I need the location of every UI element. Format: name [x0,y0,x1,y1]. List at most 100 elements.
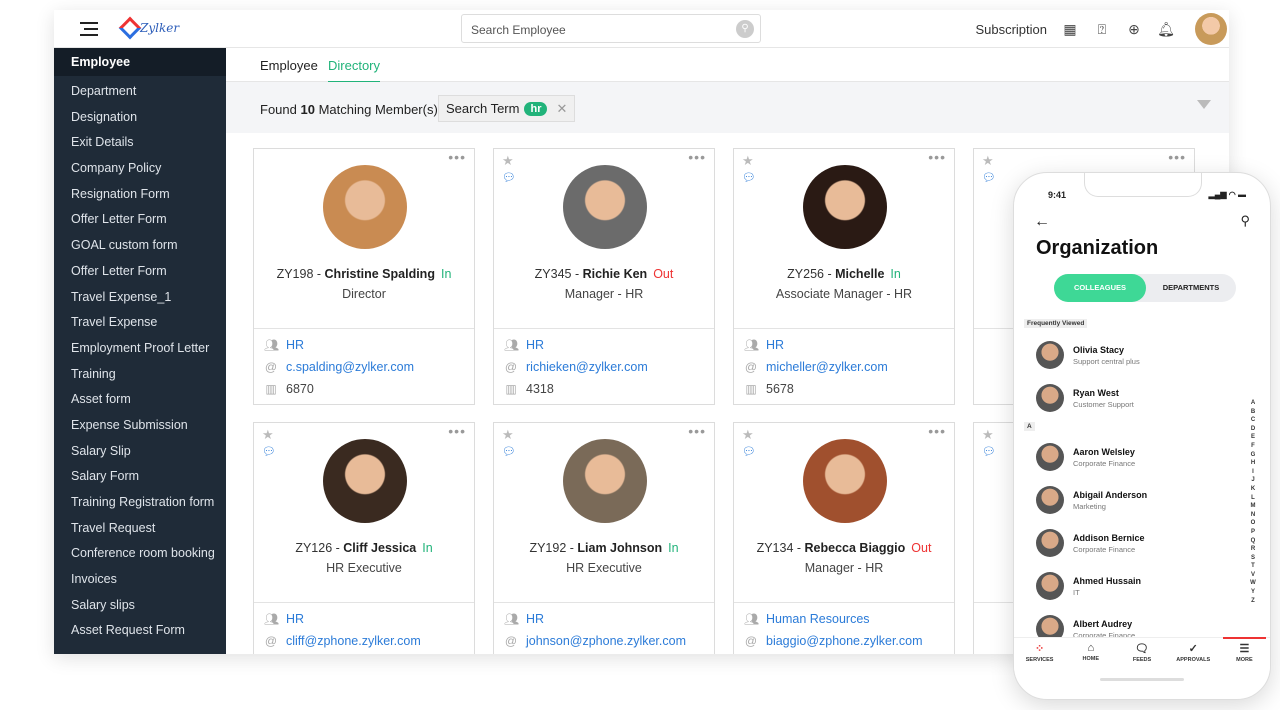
search-icon[interactable]: ⚲ [736,20,754,38]
email-link[interactable]: cliff@zphone.zylker.com [286,634,421,648]
star-icon[interactable]: ★ [982,153,994,169]
contact-item[interactable]: Addison Bernice Corporate Finance [1036,529,1145,557]
alphabet-letter[interactable]: S [1249,554,1257,563]
help-icon[interactable]: ⍰ [1093,20,1111,38]
star-icon[interactable]: ★ [742,427,754,443]
bell-icon[interactable]: 🔔︎ [1157,20,1175,38]
contact-item[interactable]: Aaron Welsley Corporate Finance [1036,443,1135,471]
sidebar-item[interactable]: Conference room booking [54,541,226,567]
sidebar-item[interactable]: Travel Expense_1 [54,285,226,311]
alphabet-letter[interactable]: H [1249,459,1257,468]
email-link[interactable]: richieken@zylker.com [526,360,648,374]
alphabet-letter[interactable]: P [1249,528,1257,537]
sidebar-item[interactable]: Invoices [54,567,226,593]
employee-name[interactable]: ZY134 - Rebecca Biaggio Out [734,541,954,555]
sidebar-item[interactable]: Salary Form [54,464,226,490]
chat-icon[interactable]: 💬︎ [742,171,756,184]
email-link[interactable]: johnson@zphone.zylker.com [526,634,686,648]
email-link[interactable]: biaggio@zphone.zylker.com [766,634,923,648]
more-options-icon[interactable]: ••• [688,149,706,165]
alphabet-letter[interactable]: C [1249,416,1257,425]
nav-more[interactable]: ☰ MORE [1219,637,1270,671]
tab-employee[interactable]: Employee [260,58,318,81]
more-options-icon[interactable]: ••• [1168,149,1186,165]
user-avatar[interactable] [1195,13,1227,45]
star-icon[interactable]: ★ [502,427,514,443]
more-options-icon[interactable]: ••• [928,149,946,165]
alphabet-index[interactable]: ABCDEFGHIJKLMNOPQRSTVWYZ [1249,399,1257,605]
department-link[interactable]: HR [766,338,784,352]
chat-icon[interactable]: 💬︎ [982,171,996,184]
star-icon[interactable]: ★ [982,427,994,443]
sidebar-item[interactable]: Offer Letter Form [54,259,226,285]
sidebar-item[interactable]: Travel Request [54,516,226,542]
department-link[interactable]: HR [286,338,304,352]
alphabet-letter[interactable]: W [1249,579,1257,588]
employee-card[interactable]: ••• ★ 💬︎ ZY126 - Cliff Jessica In HR Execut… [253,422,475,654]
sidebar-item[interactable]: GOAL custom form [54,233,226,259]
department-link[interactable]: HR [526,612,544,626]
alphabet-letter[interactable]: E [1249,433,1257,442]
sidebar-item[interactable]: Asset form [54,387,226,413]
employee-card[interactable]: ••• ZY198 - Christine Spalding In Directo… [253,148,475,405]
chat-icon[interactable]: 💬︎ [742,445,756,458]
alphabet-letter[interactable]: R [1249,545,1257,554]
sidebar-item[interactable]: Company Policy [54,156,226,182]
add-icon[interactable]: ⊕ [1125,20,1143,38]
alphabet-letter[interactable]: T [1249,562,1257,571]
search-icon[interactable]: ⚲ [1240,213,1250,229]
alphabet-letter[interactable]: K [1249,485,1257,494]
alphabet-letter[interactable]: L [1249,494,1257,503]
alphabet-letter[interactable]: B [1249,408,1257,417]
star-icon[interactable]: ★ [502,153,514,169]
employee-card[interactable]: ••• ★ 💬︎ ZY345 - Richie Ken Out Manager - H… [493,148,715,405]
filter-icon[interactable] [1197,100,1211,109]
email-link[interactable]: micheller@zylker.com [766,360,888,374]
nav-home[interactable]: ⌂ HOME [1065,638,1116,671]
contact-item[interactable]: Olivia Stacy Support central plus [1036,341,1140,369]
back-arrow-icon[interactable]: ← [1034,213,1050,231]
department-link[interactable]: Human Resources [766,612,870,626]
alphabet-letter[interactable]: J [1249,476,1257,485]
sidebar-item[interactable]: Employment Proof Letter [54,336,226,362]
search-input[interactable]: Search Employee ⚲ [461,14,761,43]
employee-card[interactable]: ••• ★ 💬︎ ZY134 - Rebecca Biaggio Out Manage… [733,422,955,654]
sidebar-item[interactable]: Exit Details [54,130,226,156]
alphabet-letter[interactable]: F [1249,442,1257,451]
contact-item[interactable]: Abigail Anderson Marketing [1036,486,1147,514]
alphabet-letter[interactable]: M [1249,502,1257,511]
sidebar-item[interactable]: Travel Expense [54,310,226,336]
contact-item[interactable]: Ryan West Customer Support [1036,384,1134,412]
menu-icon[interactable] [80,22,98,36]
employee-name[interactable]: ZY345 - Richie Ken Out [494,267,714,281]
chat-icon[interactable]: 💬︎ [502,171,516,184]
nav-approvals[interactable]: ✓ APPROVALS [1168,638,1219,671]
contact-item[interactable]: Ahmed Hussain IT [1036,572,1141,600]
alphabet-letter[interactable]: I [1249,468,1257,477]
close-icon[interactable]: ✕ [556,101,567,117]
alphabet-letter[interactable]: O [1249,519,1257,528]
alphabet-letter[interactable]: Q [1249,537,1257,546]
employee-name[interactable]: ZY126 - Cliff Jessica In [254,541,474,555]
calendar-icon[interactable]: ▦ [1061,20,1079,38]
sidebar-item[interactable]: Department [54,79,226,105]
employee-name[interactable]: ZY198 - Christine Spalding In [254,267,474,281]
sidebar-item[interactable]: Training Registration form [54,490,226,516]
alphabet-letter[interactable]: D [1249,425,1257,434]
chat-icon[interactable]: 💬︎ [502,445,516,458]
star-icon[interactable]: ★ [742,153,754,169]
alphabet-letter[interactable]: G [1249,451,1257,460]
sidebar-item[interactable]: Offer Letter Form [54,207,226,233]
alphabet-letter[interactable]: V [1249,571,1257,580]
tab-directory[interactable]: Directory [328,58,381,83]
more-options-icon[interactable]: ••• [448,149,466,165]
alphabet-letter[interactable]: Y [1249,588,1257,597]
sidebar-item[interactable]: Training [54,362,226,388]
email-link[interactable]: c.spalding@zylker.com [286,360,414,374]
more-options-icon[interactable]: ••• [928,423,946,439]
more-options-icon[interactable]: ••• [448,423,466,439]
sidebar-item[interactable]: Salary Slip [54,439,226,465]
sidebar-item[interactable]: Resignation Form [54,182,226,208]
segment-colleagues[interactable]: COLLEAGUES [1054,274,1146,302]
employee-card[interactable]: ••• ★ 💬︎ ZY192 - Liam Johnson In HR Executi… [493,422,715,654]
